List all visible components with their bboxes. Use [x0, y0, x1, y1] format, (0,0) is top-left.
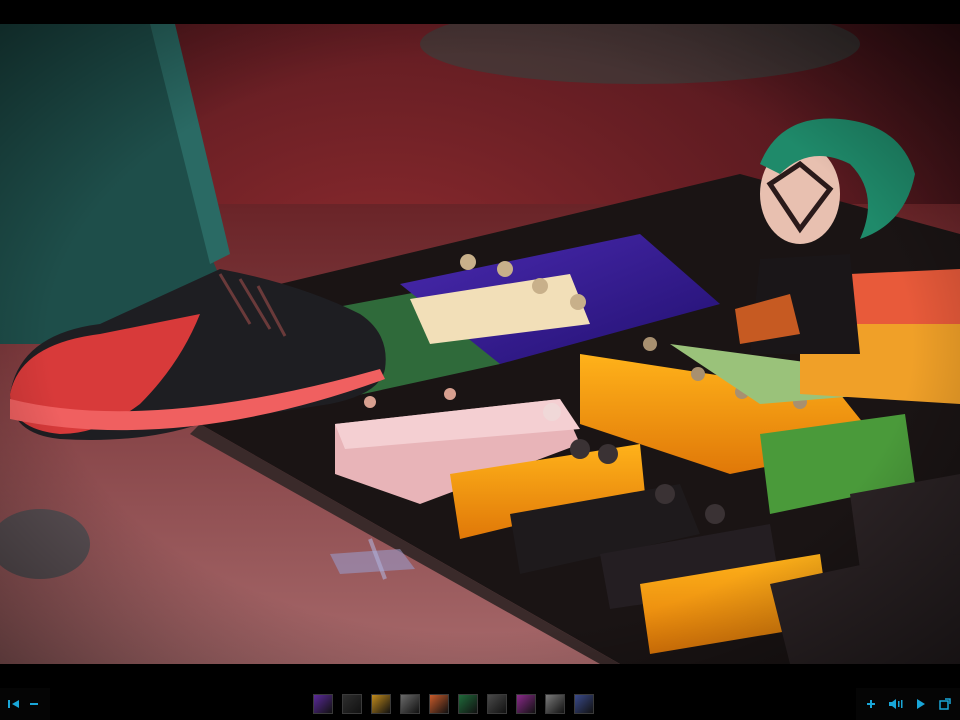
fullscreen-icon[interactable]	[935, 694, 955, 714]
thumbnail-strip	[50, 688, 856, 720]
play-icon[interactable]	[910, 694, 930, 714]
photo-display[interactable]	[0, 24, 960, 664]
toolbar-right-group	[856, 688, 960, 720]
thumbnail-grey-crowd[interactable]	[544, 694, 565, 714]
toolbar-left-group	[0, 688, 50, 720]
pedalboard-photo	[0, 24, 960, 664]
image-viewer	[0, 0, 960, 720]
thumbnail-orange-pedals[interactable]	[428, 694, 449, 714]
thumbnail-violet-lights[interactable]	[515, 694, 536, 714]
thumbnail-green-stage[interactable]	[457, 694, 478, 714]
skip-to-start-icon[interactable]	[4, 694, 24, 714]
zoom-in-plus-icon[interactable]	[861, 694, 881, 714]
bottom-letterbox-bar	[0, 664, 960, 688]
thumbnail-guitarist[interactable]	[341, 694, 362, 714]
viewer-toolbar	[0, 688, 960, 720]
thumbnail-bw-band[interactable]	[486, 694, 507, 714]
sound-toggle-icon[interactable]	[886, 694, 906, 714]
thumbnail-bw-performer[interactable]	[399, 694, 420, 714]
thumbnail-purple-stage[interactable]	[312, 694, 333, 714]
thumbnail-blue-orange-stage[interactable]	[573, 694, 594, 714]
zoom-out-minus-icon[interactable]	[24, 694, 44, 714]
thumbnail-yellow-stage[interactable]	[370, 694, 391, 714]
top-letterbox-bar	[0, 0, 960, 24]
